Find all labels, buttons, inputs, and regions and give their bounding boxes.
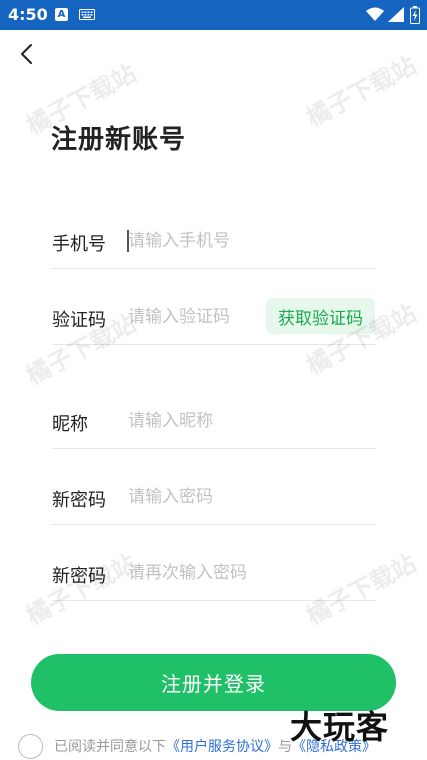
status-bar: 4:50 A — [0, 0, 427, 30]
chevron-left-icon[interactable] — [16, 42, 40, 66]
password-label: 新密码 — [52, 490, 106, 511]
password-confirm-row: 新密码 — [52, 525, 375, 601]
battery-icon — [410, 6, 420, 24]
notification-a-icon: A — [55, 8, 68, 21]
keyboard-icon — [79, 9, 95, 20]
code-label: 验证码 — [52, 310, 106, 331]
code-row: 验证码 获取验证码 — [52, 269, 375, 345]
phone-row: 手机号 — [52, 193, 375, 269]
agreement-checkbox[interactable] — [18, 734, 43, 759]
watermark: 橘子下载站 — [301, 51, 421, 133]
nickname-label: 昵称 — [52, 414, 88, 435]
code-input[interactable] — [128, 302, 258, 332]
phone-label: 手机号 — [52, 234, 106, 255]
password-input[interactable] — [128, 482, 368, 512]
password-confirm-input[interactable] — [128, 558, 368, 588]
wifi-icon — [366, 7, 384, 21]
nickname-input[interactable] — [128, 406, 368, 436]
page-title: 注册新账号 — [51, 125, 187, 155]
status-time: 4:50 — [8, 5, 48, 24]
signal-icon — [388, 7, 404, 22]
password-row: 新密码 — [52, 449, 375, 525]
get-code-button[interactable]: 获取验证码 — [266, 298, 375, 334]
corner-logo: 大玩客 — [290, 708, 390, 746]
password-confirm-label: 新密码 — [52, 566, 106, 587]
nickname-row: 昵称 — [52, 373, 375, 449]
agreement-prefix: 已阅读并同意以下 — [54, 739, 166, 755]
user-agreement-link[interactable]: 《用户服务协议》 — [166, 739, 278, 755]
phone-input[interactable] — [128, 226, 368, 256]
